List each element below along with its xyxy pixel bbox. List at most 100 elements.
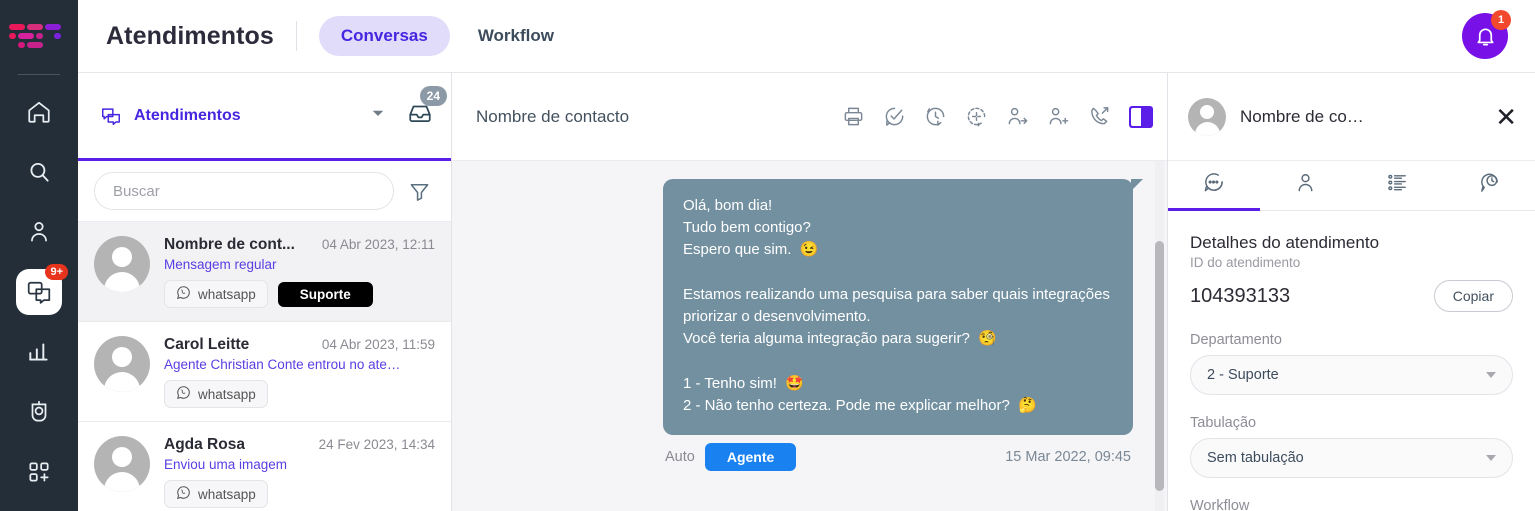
search-row — [78, 161, 451, 222]
search-icon — [26, 159, 52, 185]
tab-contact[interactable] — [1260, 161, 1352, 211]
sidebar-item-reports[interactable] — [16, 329, 62, 375]
printer-icon[interactable] — [842, 105, 865, 128]
field-label-tabulacao: Tabulação — [1190, 415, 1257, 431]
message-bubble[interactable]: Olá, bom dia! Tudo bem contigo? Espero q… — [663, 179, 1143, 435]
tab-workflow[interactable]: Workflow — [478, 26, 554, 46]
panel-toggle-icon[interactable] — [1129, 105, 1153, 128]
content-row: Atendimentos 24 Buscar Nombre de cont...… — [78, 72, 1535, 511]
chevron-down-icon — [1486, 455, 1496, 461]
list-item-top: Nombre de cont... 04 Abr 2023, 12:11 — [164, 236, 435, 254]
user-add-icon[interactable] — [1047, 105, 1070, 128]
list-item-body: Agda Rosa 24 Fev 2023, 14:34 Enviou uma … — [164, 436, 435, 508]
message-row: Olá, bom dia! Tudo bem contigo? Espero q… — [486, 179, 1143, 471]
chat-contact-name: Nombre de contacto — [476, 106, 630, 126]
list-item-name: Nombre de cont... — [164, 236, 295, 253]
sidebar-item-home[interactable] — [16, 89, 62, 135]
list-item-body: Carol Leitte 04 Abr 2023, 11:59 Agente C… — [164, 336, 435, 408]
chevron-down-icon[interactable] — [369, 104, 387, 127]
list-item[interactable]: Carol Leitte 04 Abr 2023, 11:59 Agente C… — [78, 322, 451, 422]
call-forward-icon[interactable] — [1088, 105, 1111, 128]
chat-icon — [26, 279, 52, 305]
list-item[interactable]: Agda Rosa 24 Fev 2023, 14:34 Enviou uma … — [78, 422, 451, 511]
chats-badge: 9+ — [45, 264, 68, 280]
tab-fields[interactable] — [1352, 161, 1444, 211]
chats-icon — [100, 105, 122, 127]
chevron-down-icon — [1486, 372, 1496, 378]
message-wrapper: Olá, bom dia! Tudo bem contigo? Espero q… — [663, 179, 1143, 471]
list-item-chips: whatsapp Suporte — [164, 280, 435, 308]
details-contact-name: Nombre de co… — [1240, 106, 1364, 126]
page-title: Atendimentos — [106, 21, 274, 50]
tabulacao-select[interactable]: Sem tabulação — [1190, 438, 1513, 478]
chat-scrollbar-thumb[interactable] — [1155, 241, 1164, 491]
sidebar-item-search[interactable] — [16, 149, 62, 195]
details-content: Detalhes do atendimento ID do atendiment… — [1168, 211, 1535, 511]
details-id-row: 104393133 Copiar — [1190, 280, 1513, 312]
main-region: Atendimentos Conversas Workflow 1 Atendi… — [78, 0, 1535, 511]
avatar — [94, 236, 150, 292]
sidebar-item-bot[interactable] — [16, 389, 62, 435]
app-logo[interactable] — [8, 0, 70, 72]
history-bubble-icon[interactable] — [924, 105, 947, 128]
inbox-button[interactable]: 24 — [407, 86, 447, 131]
channel-label: whatsapp — [198, 386, 256, 402]
conversations-title: Atendimentos — [134, 106, 241, 124]
tab-details[interactable] — [1168, 161, 1260, 211]
top-bar: Atendimentos Conversas Workflow 1 — [78, 0, 1535, 72]
field-label-workflow: Workflow — [1190, 498, 1250, 511]
home-icon — [26, 99, 52, 125]
conversations-header: Atendimentos 24 — [78, 73, 451, 161]
chat-header: Nombre de contacto — [452, 73, 1167, 161]
clock-bubble-icon — [1478, 171, 1501, 199]
whatsapp-icon — [176, 385, 191, 403]
list-item-name: Agda Rosa — [164, 436, 245, 453]
inbox-badge: 24 — [419, 86, 447, 106]
person-icon — [1294, 171, 1317, 199]
list-item-time: 04 Abr 2023, 11:59 — [321, 337, 435, 352]
list-item-top: Agda Rosa 24 Fev 2023, 14:34 — [164, 436, 435, 454]
notifications-badge: 1 — [1491, 10, 1511, 30]
departamento-value: 2 - Suporte — [1207, 367, 1279, 383]
details-header: Nombre de co… ✕ — [1168, 73, 1535, 161]
channel-label: whatsapp — [198, 486, 256, 502]
avatar — [94, 436, 150, 492]
chat-panel: Nombre de contacto Olá, bom dia! Tudo be… — [452, 73, 1168, 511]
chat-toolbar — [842, 105, 1153, 128]
chat-scrollbar[interactable] — [1155, 161, 1164, 511]
tab-conversas[interactable]: Conversas — [318, 16, 450, 56]
list-item-chips: whatsapp — [164, 480, 435, 508]
dashed-add-bubble-icon[interactable] — [965, 105, 988, 128]
whatsapp-icon — [176, 485, 191, 503]
departamento-select[interactable]: 2 - Suporte — [1190, 355, 1513, 395]
sidebar-item-apps[interactable] — [16, 449, 62, 495]
field-label-departamento: Departamento — [1190, 332, 1282, 348]
channel-chip: whatsapp — [164, 280, 268, 308]
message-sender-chip: Agente — [704, 442, 797, 471]
avatar — [1188, 97, 1226, 136]
close-icon[interactable]: ✕ — [1495, 104, 1517, 130]
app-root: 9+ Atendimentos Conversas Workflow 1 Ate… — [0, 0, 1535, 511]
check-bubble-icon[interactable] — [883, 105, 906, 128]
filter-icon[interactable] — [408, 180, 435, 203]
robot-icon — [26, 399, 52, 425]
list-item-chips: whatsapp — [164, 380, 435, 408]
avatar — [94, 336, 150, 392]
details-id-value: 104393133 — [1190, 284, 1291, 307]
conversation-list[interactable]: Nombre de cont... 04 Abr 2023, 12:11 Men… — [78, 222, 451, 511]
sidebar-item-contacts[interactable] — [16, 209, 62, 255]
list-item[interactable]: Nombre de cont... 04 Abr 2023, 12:11 Men… — [78, 222, 451, 322]
department-chip: Suporte — [277, 281, 373, 307]
notifications-button[interactable]: 1 — [1459, 10, 1511, 62]
title-divider — [295, 21, 297, 51]
message-auto-label: Auto — [665, 448, 695, 465]
user-transfer-icon[interactable] — [1006, 105, 1029, 128]
list-item-time: 24 Fev 2023, 14:34 — [318, 437, 435, 452]
app-logo-glyph — [8, 24, 70, 48]
copy-button[interactable]: Copiar — [1433, 280, 1513, 312]
search-input[interactable] — [94, 172, 394, 210]
sidebar-item-chats[interactable]: 9+ — [16, 264, 68, 315]
tab-history[interactable] — [1443, 161, 1535, 211]
details-section-title: Detalhes do atendimento — [1190, 233, 1380, 252]
chat-bubble-icon — [1202, 171, 1225, 199]
